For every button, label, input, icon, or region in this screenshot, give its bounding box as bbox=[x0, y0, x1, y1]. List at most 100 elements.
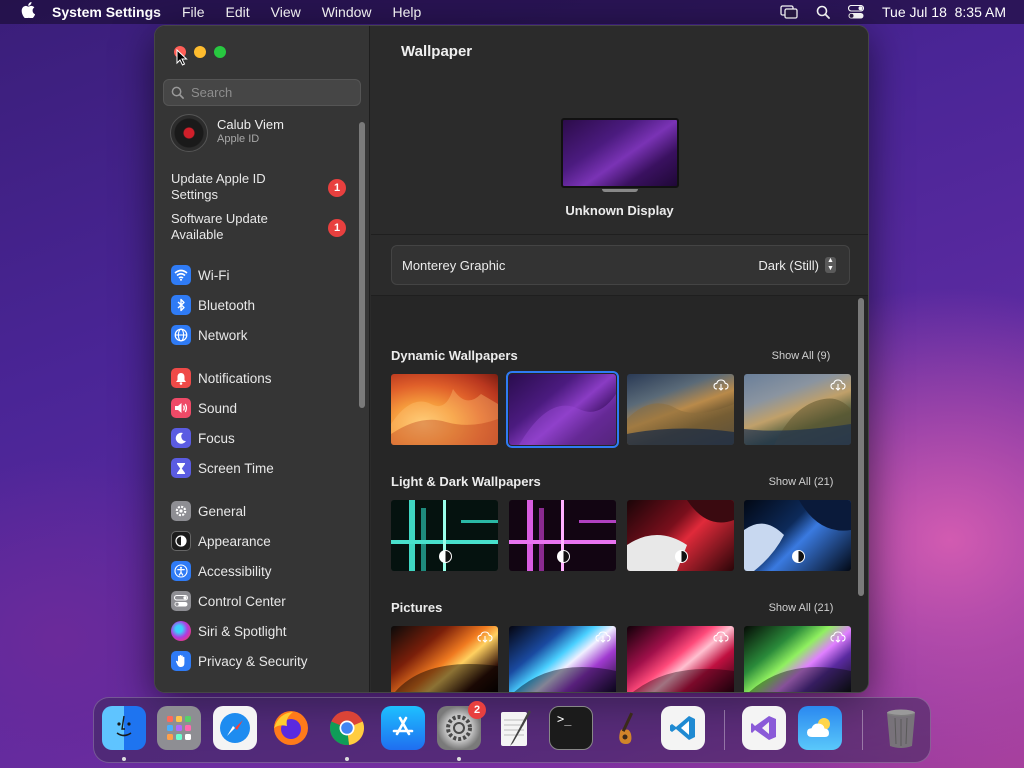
wallpaper-thumbnail[interactable] bbox=[509, 626, 616, 692]
wallpaper-thumbnail[interactable] bbox=[627, 626, 734, 692]
control-center-icon bbox=[171, 591, 191, 611]
garageband-icon[interactable] bbox=[605, 706, 649, 750]
search-placeholder: Search bbox=[191, 85, 233, 100]
sidebar-item-appearance[interactable]: Appearance bbox=[171, 529, 351, 553]
wifi-icon bbox=[171, 265, 191, 285]
wallpaper-thumbnail[interactable] bbox=[391, 500, 498, 571]
show-all-dynamic-button[interactable]: Show All (9) bbox=[763, 347, 839, 365]
display-preview-stand bbox=[602, 189, 638, 192]
clock[interactable]: Tue Jul 18 8:35 AM bbox=[882, 4, 1006, 20]
wallpaper-thumbnail[interactable] bbox=[744, 374, 851, 445]
menu-help[interactable]: Help bbox=[393, 4, 422, 20]
system-settings-icon[interactable]: 2 bbox=[437, 701, 486, 750]
profile-subtitle: Apple ID bbox=[217, 133, 260, 145]
menu-window[interactable]: Window bbox=[322, 4, 372, 20]
sidebar-item-label: General bbox=[198, 503, 247, 519]
running-indicator bbox=[457, 757, 461, 761]
minimize-window-button[interactable] bbox=[194, 46, 206, 58]
sidebar-item-siri-spotlight[interactable]: Siri & Spotlight bbox=[171, 619, 351, 643]
sidebar-item-wifi[interactable]: Wi-Fi bbox=[171, 263, 351, 287]
sidebar-item-label: Notifications bbox=[198, 370, 272, 386]
software-update-item[interactable]: Software Update Available 1 bbox=[171, 211, 346, 243]
sidebar-item-screen-time[interactable]: Screen Time bbox=[171, 456, 351, 480]
sidebar-item-control-center[interactable]: Control Center bbox=[171, 589, 351, 613]
sidebar-item-sound[interactable]: Sound bbox=[171, 396, 351, 420]
speaker-icon bbox=[171, 398, 191, 418]
app-store-icon[interactable] bbox=[381, 706, 425, 750]
sidebar-item-label: Siri & Spotlight bbox=[198, 623, 287, 639]
current-wallpaper-name: Monterey Graphic bbox=[402, 258, 506, 273]
avatar bbox=[170, 114, 208, 152]
chevron-updown-icon[interactable]: ▲ ▼ bbox=[825, 257, 836, 273]
textedit-icon[interactable] bbox=[493, 706, 537, 750]
dock-notification-badge: 2 bbox=[468, 701, 486, 719]
dock-separator bbox=[724, 710, 725, 750]
sidebar-item-general[interactable]: General bbox=[171, 499, 351, 523]
spotlight-search-icon[interactable] bbox=[816, 5, 830, 19]
menu-edit[interactable]: Edit bbox=[226, 4, 250, 20]
sidebar-item-label: Focus bbox=[198, 430, 235, 446]
dock-separator bbox=[862, 710, 863, 750]
zoom-window-button[interactable] bbox=[214, 46, 226, 58]
wallpaper-pane: Wallpaper Unknown Display Monterey Graph… bbox=[371, 26, 868, 692]
menu-view[interactable]: View bbox=[271, 4, 301, 20]
sidebar-item-notifications[interactable]: Notifications bbox=[171, 366, 351, 390]
firefox-icon[interactable] bbox=[269, 706, 313, 750]
accessibility-icon bbox=[171, 561, 191, 581]
bluetooth-icon bbox=[171, 295, 191, 315]
wallpaper-thumbnail[interactable] bbox=[744, 500, 851, 571]
wallpaper-thumbnail[interactable] bbox=[627, 374, 734, 445]
safari-icon[interactable] bbox=[213, 706, 257, 750]
trash-icon[interactable] bbox=[879, 706, 923, 750]
sidebar-item-network[interactable]: Network bbox=[171, 323, 351, 347]
appearance-mode-value[interactable]: Dark (Still) bbox=[758, 258, 819, 273]
wallpaper-gallery: Dynamic Wallpapers Show All (9) Light & … bbox=[371, 296, 868, 692]
dock: 2 >_ bbox=[93, 697, 931, 763]
download-icon bbox=[477, 630, 493, 648]
mouse-pointer-icon bbox=[176, 48, 188, 71]
update-apple-id-item[interactable]: Update Apple ID Settings 1 bbox=[171, 171, 346, 203]
visual-studio-icon[interactable] bbox=[742, 706, 786, 750]
apple-id-profile[interactable]: Calub Viem Apple ID bbox=[170, 114, 350, 154]
globe-icon bbox=[171, 325, 191, 345]
moon-icon bbox=[171, 428, 191, 448]
weather-icon[interactable] bbox=[798, 706, 842, 750]
apple-menu-icon[interactable] bbox=[18, 2, 38, 22]
sidebar: Search Calub Viem Apple ID Update Apple … bbox=[155, 26, 370, 692]
terminal-icon[interactable]: >_ bbox=[549, 706, 593, 750]
show-all-light-dark-button[interactable]: Show All (21) bbox=[763, 473, 839, 491]
sidebar-item-label: Wi-Fi bbox=[198, 267, 230, 283]
sidebar-item-privacy-security[interactable]: Privacy & Security bbox=[171, 649, 351, 673]
gallery-scrollbar[interactable] bbox=[858, 298, 864, 596]
chrome-icon[interactable] bbox=[325, 706, 369, 750]
alert-label: Software Update Available bbox=[171, 211, 268, 242]
control-center-menu-icon[interactable] bbox=[848, 5, 864, 19]
sidebar-item-focus[interactable]: Focus bbox=[171, 426, 351, 450]
vscode-icon[interactable] bbox=[661, 706, 705, 750]
wallpaper-thumbnail[interactable] bbox=[744, 626, 851, 692]
sidebar-item-label: Control Center bbox=[198, 593, 286, 609]
finder-icon[interactable] bbox=[102, 706, 146, 750]
wallpaper-thumbnail-selected[interactable] bbox=[506, 371, 619, 448]
sidebar-item-bluetooth[interactable]: Bluetooth bbox=[171, 293, 351, 317]
wallpaper-thumbnail[interactable] bbox=[509, 500, 616, 571]
search-field[interactable]: Search bbox=[163, 79, 361, 106]
sidebar-scrollbar[interactable] bbox=[359, 122, 365, 408]
screen-mirroring-icon[interactable] bbox=[780, 5, 798, 19]
launchpad-icon[interactable] bbox=[157, 706, 201, 750]
show-all-pictures-button[interactable]: Show All (21) bbox=[763, 599, 839, 617]
notification-badge: 1 bbox=[328, 219, 346, 237]
notification-badge: 1 bbox=[328, 179, 346, 197]
wallpaper-thumbnail[interactable] bbox=[627, 500, 734, 571]
display-preview bbox=[561, 118, 679, 192]
download-icon bbox=[713, 630, 729, 648]
menu-file[interactable]: File bbox=[182, 4, 205, 20]
download-icon bbox=[830, 378, 846, 396]
sidebar-item-label: Privacy & Security bbox=[198, 653, 308, 669]
system-settings-window: Search Calub Viem Apple ID Update Apple … bbox=[154, 25, 869, 693]
wallpaper-selector[interactable]: Monterey Graphic Dark (Still) ▲ ▼ bbox=[391, 245, 850, 285]
wallpaper-thumbnail[interactable] bbox=[391, 374, 498, 445]
menu-app-name[interactable]: System Settings bbox=[52, 4, 161, 20]
sidebar-item-accessibility[interactable]: Accessibility bbox=[171, 559, 351, 583]
wallpaper-thumbnail[interactable] bbox=[391, 626, 498, 692]
